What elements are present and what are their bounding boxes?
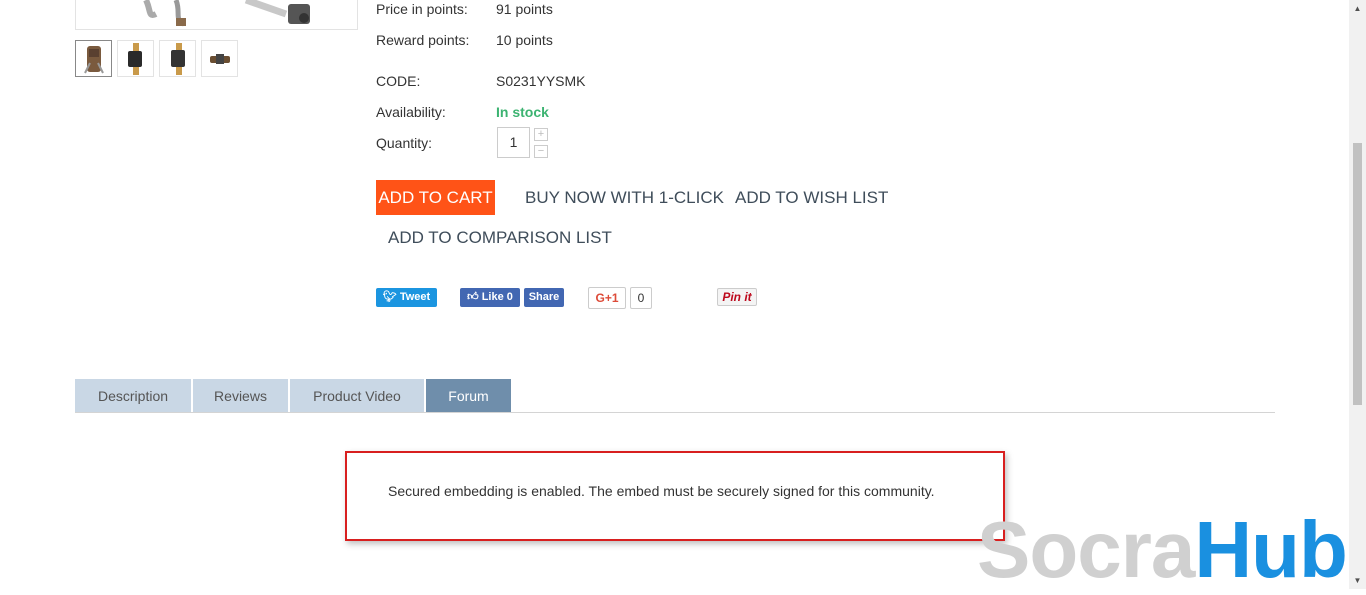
detail-value: 91 points [496,1,553,17]
vertical-scrollbar[interactable]: ▲ ▼ [1349,0,1366,589]
detail-label: Price in points: [376,1,468,17]
product-thumbnail[interactable] [117,40,154,77]
detail-value: 10 points [496,32,553,48]
price-in-points-row: Price in points: 91 points [376,1,553,17]
quantity-increase-button[interactable]: + [534,128,548,141]
facebook-like-button[interactable]: 👍︎ Like 0 [460,288,520,307]
tab-reviews[interactable]: Reviews [193,379,288,412]
tweet-label: Tweet [399,291,431,303]
tweet-button[interactable]: 🐦︎ Tweet [376,288,437,307]
pinterest-pin-button[interactable]: Pin it [717,288,757,306]
add-to-cart-button[interactable]: ADD TO CART [376,180,495,215]
quantity-row: Quantity: [376,135,496,151]
quantity-label: Quantity: [376,135,433,151]
add-to-wish-list-button[interactable]: ADD TO WISH LIST [735,188,888,208]
facebook-share-button[interactable]: Share [524,288,564,307]
detail-label: Reward points: [376,32,470,48]
stock-status: In stock [496,104,549,120]
tab-forum[interactable]: Forum [426,379,511,412]
google-plus-button[interactable]: G+1 [588,287,626,309]
product-code-row: CODE: S0231YYSMK [376,73,586,89]
detail-value: S0231YYSMK [496,73,586,89]
detail-label: CODE: [376,73,421,89]
detail-label: Availability: [376,104,446,120]
socrahub-watermark-logo: SocraHub [977,505,1348,594]
product-thumbnail[interactable] [159,40,196,77]
embed-error-notice: Secured embedding is enabled. The embed … [345,451,1005,541]
tab-product-video[interactable]: Product Video [290,379,424,412]
add-to-comparison-button[interactable]: ADD TO COMPARISON LIST [388,228,612,248]
product-thumbnail[interactable] [75,40,112,77]
scroll-down-arrow-icon[interactable]: ▼ [1349,572,1366,589]
like-label: Like 0 [481,291,513,303]
notice-message: Secured embedding is enabled. The embed … [388,483,935,499]
product-thumbnail[interactable] [201,40,238,77]
buy-now-one-click-button[interactable]: BUY NOW WITH 1-CLICK [525,188,724,208]
tab-divider [75,412,1275,413]
quantity-input[interactable]: 1 [497,127,530,158]
scroll-up-arrow-icon[interactable]: ▲ [1349,0,1366,17]
twitter-bird-icon: 🐦︎ [382,291,397,303]
quantity-decrease-button[interactable]: − [534,145,548,158]
tab-description[interactable]: Description [75,379,191,412]
scrollbar-thumb[interactable] [1353,143,1362,405]
product-main-image[interactable] [75,0,358,30]
reward-points-row: Reward points: 10 points [376,32,553,48]
product-tabs: Description Reviews Product Video Forum [75,379,513,412]
thumbs-up-icon: 👍︎ [467,291,479,303]
google-plus-count: 0 [630,287,652,309]
availability-row: Availability: In stock [376,104,549,120]
thumbnail-strip [75,40,238,77]
